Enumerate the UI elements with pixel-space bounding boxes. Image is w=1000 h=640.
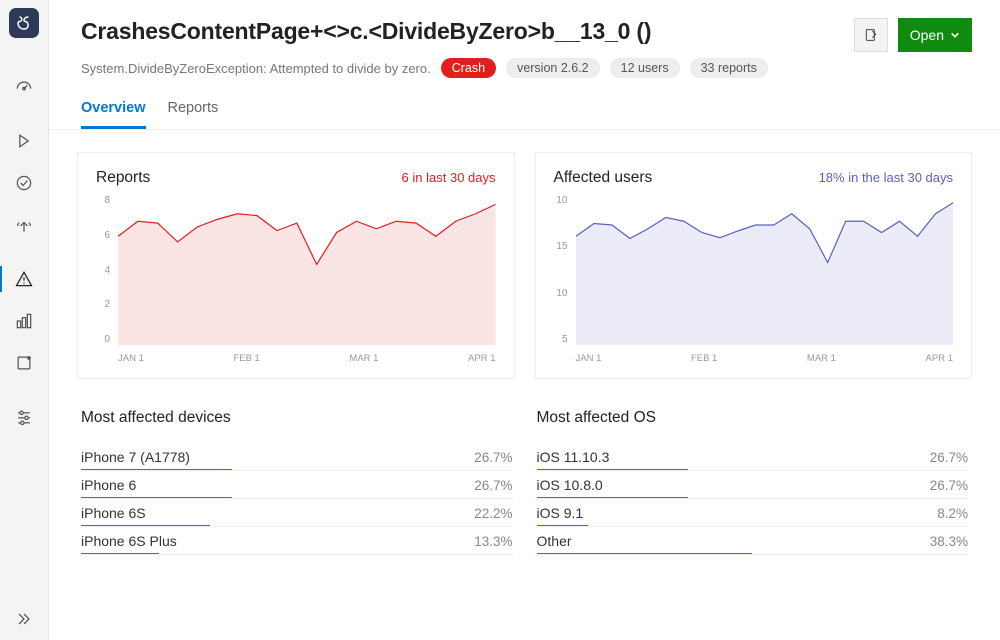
nav-settings[interactable] bbox=[0, 396, 48, 438]
os-row[interactable]: iOS 11.10.3 26.7% bbox=[537, 443, 969, 471]
device-name: iPhone 6S bbox=[81, 505, 146, 521]
page-title: CrashesContentPage+<>c.<DivideByZero>b__… bbox=[81, 18, 842, 45]
panel-reports-meta: 6 in last 30 days bbox=[402, 170, 496, 185]
users-y-axis: 1015105 bbox=[554, 195, 576, 345]
panel-reports-title: Reports bbox=[96, 169, 150, 187]
tab-reports[interactable]: Reports bbox=[168, 100, 219, 129]
os-name: iOS 9.1 bbox=[537, 505, 584, 521]
nav-events[interactable] bbox=[0, 342, 48, 384]
device-name: iPhone 6 bbox=[81, 477, 136, 493]
nav-analytics[interactable] bbox=[0, 300, 48, 342]
device-row[interactable]: iPhone 6S Plus 13.3% bbox=[81, 527, 513, 555]
device-row[interactable]: iPhone 7 (A1778) 26.7% bbox=[81, 443, 513, 471]
pill-version: version 2.6.2 bbox=[506, 58, 600, 78]
os-row[interactable]: Other 38.3% bbox=[537, 527, 969, 555]
users-x-axis: JAN 1FEB 1MAR 1APR 1 bbox=[576, 353, 954, 364]
os-name: iOS 10.8.0 bbox=[537, 477, 603, 493]
os-pct: 38.3% bbox=[930, 534, 968, 549]
panel-reports: Reports 6 in last 30 days 86420 JAN 1FEB… bbox=[77, 152, 515, 379]
app-logo[interactable] bbox=[9, 8, 39, 38]
nav-crashes[interactable] bbox=[0, 258, 48, 300]
annotate-button[interactable] bbox=[854, 18, 888, 52]
exception-subtitle: System.DivideByZeroException: Attempted … bbox=[81, 61, 431, 76]
left-nav-rail bbox=[0, 0, 48, 640]
os-name: Other bbox=[537, 533, 572, 549]
device-pct: 26.7% bbox=[474, 478, 512, 493]
users-chart bbox=[576, 195, 954, 345]
nav-distribute[interactable] bbox=[0, 120, 48, 162]
status-open-label: Open bbox=[910, 27, 944, 43]
nav-test[interactable] bbox=[0, 162, 48, 204]
device-name: iPhone 7 (A1778) bbox=[81, 449, 190, 465]
device-row[interactable]: iPhone 6S 22.2% bbox=[81, 499, 513, 527]
most-affected-devices: Most affected devices iPhone 7 (A1778) 2… bbox=[81, 409, 513, 555]
device-name: iPhone 6S Plus bbox=[81, 533, 177, 549]
main-content: CrashesContentPage+<>c.<DivideByZero>b__… bbox=[48, 0, 1000, 640]
reports-chart bbox=[118, 195, 496, 345]
pill-crash: Crash bbox=[441, 58, 496, 78]
device-pct: 26.7% bbox=[474, 450, 512, 465]
os-pct: 8.2% bbox=[937, 506, 968, 521]
chevron-down-icon bbox=[950, 30, 960, 40]
tabs: Overview Reports bbox=[49, 78, 1000, 130]
device-pct: 22.2% bbox=[474, 506, 512, 521]
pill-users: 12 users bbox=[610, 58, 680, 78]
os-row[interactable]: iOS 10.8.0 26.7% bbox=[537, 471, 969, 499]
devices-title: Most affected devices bbox=[81, 409, 513, 427]
nav-dashboard[interactable] bbox=[0, 66, 48, 108]
device-pct: 13.3% bbox=[474, 534, 512, 549]
status-open-button[interactable]: Open bbox=[898, 18, 972, 52]
most-affected-os: Most affected OS iOS 11.10.3 26.7% iOS 1… bbox=[537, 409, 969, 555]
os-name: iOS 11.10.3 bbox=[537, 449, 610, 465]
nav-collapse[interactable] bbox=[0, 598, 48, 640]
page-header: CrashesContentPage+<>c.<DivideByZero>b__… bbox=[49, 0, 1000, 78]
os-title: Most affected OS bbox=[537, 409, 969, 427]
reports-y-axis: 86420 bbox=[96, 195, 118, 345]
device-row[interactable]: iPhone 6 26.7% bbox=[81, 471, 513, 499]
os-row[interactable]: iOS 9.1 8.2% bbox=[537, 499, 969, 527]
panel-affected-users: Affected users 18% in the last 30 days 1… bbox=[535, 152, 973, 379]
tab-overview[interactable]: Overview bbox=[81, 100, 146, 129]
os-pct: 26.7% bbox=[930, 450, 968, 465]
pill-reports: 33 reports bbox=[690, 58, 768, 78]
reports-x-axis: JAN 1FEB 1MAR 1APR 1 bbox=[118, 353, 496, 364]
panel-users-title: Affected users bbox=[554, 169, 653, 187]
os-pct: 26.7% bbox=[930, 478, 968, 493]
panel-users-meta: 18% in the last 30 days bbox=[819, 170, 953, 185]
nav-push[interactable] bbox=[0, 204, 48, 246]
